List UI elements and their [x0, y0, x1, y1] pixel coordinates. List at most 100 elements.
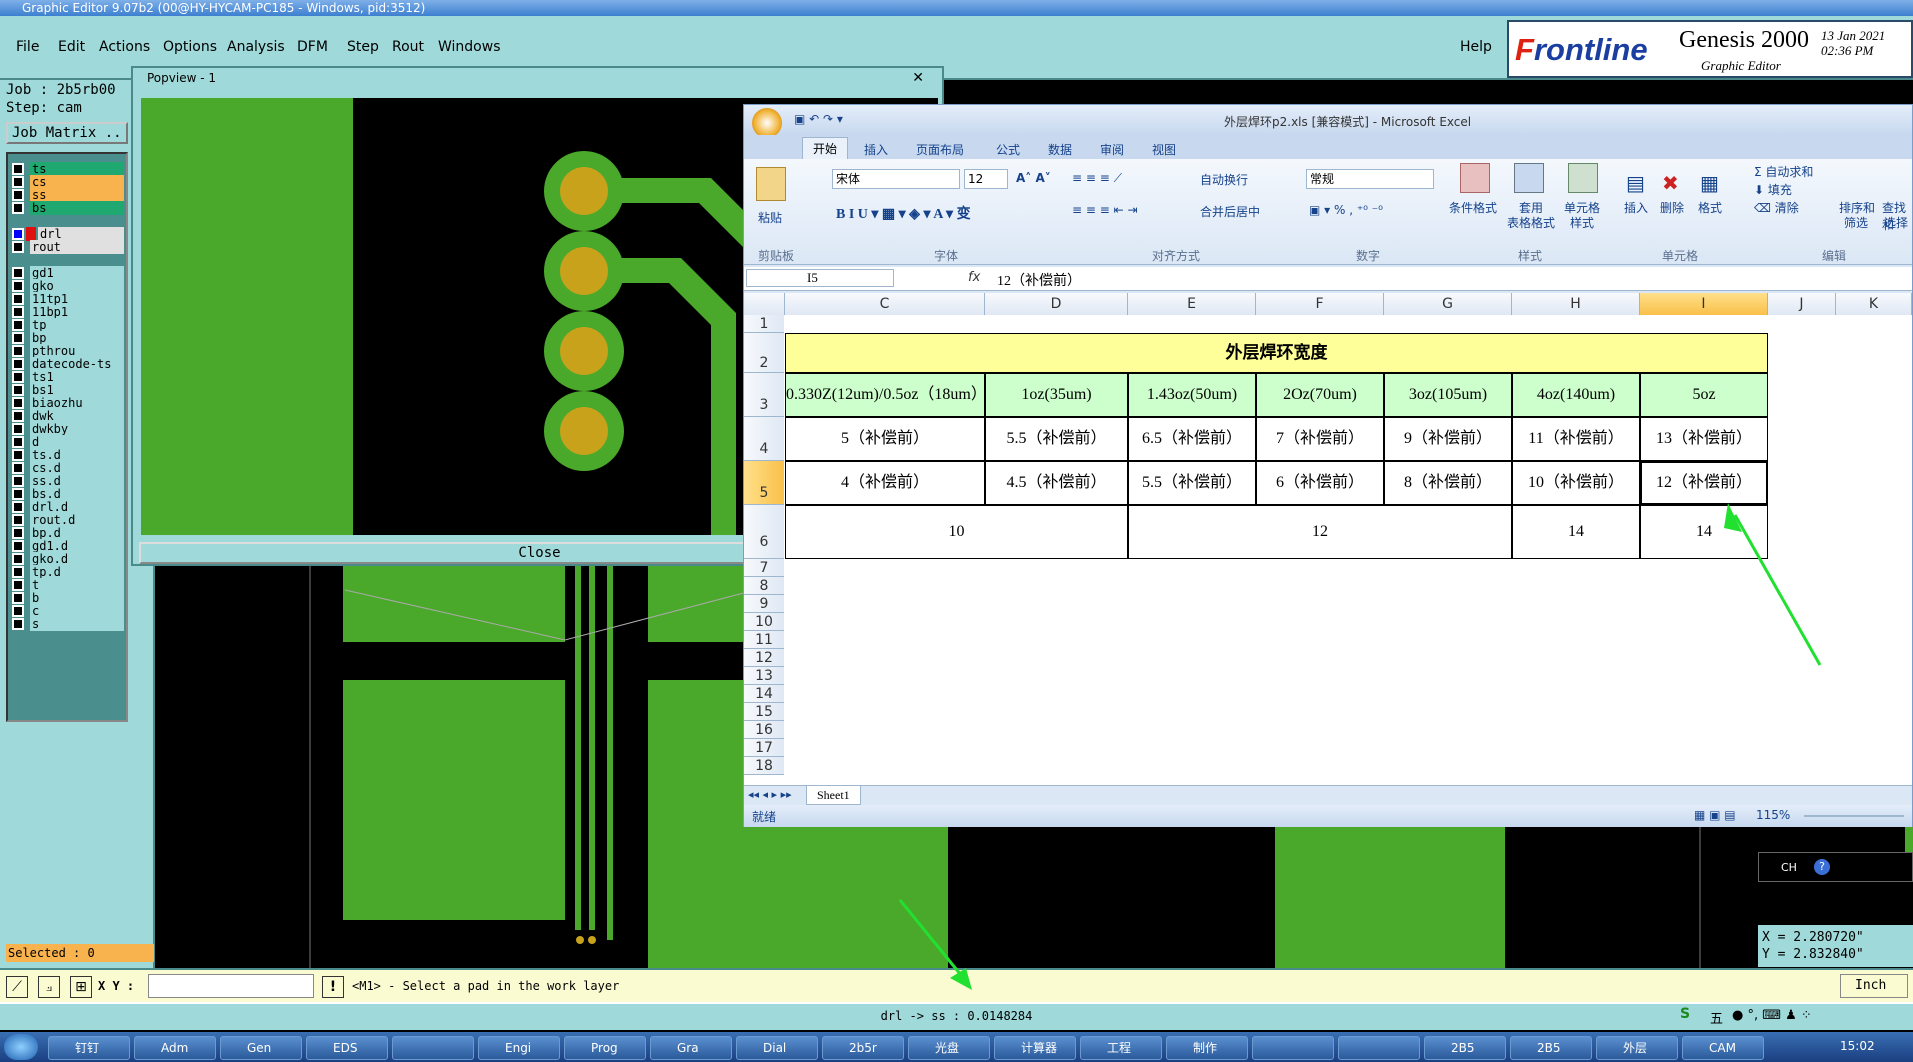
layer-row[interactable]: drl [10, 227, 126, 241]
layer-row[interactable]: tp [10, 318, 126, 332]
taskbar-item[interactable]: 制作 [1166, 1036, 1248, 1060]
layer-name[interactable]: drl [38, 227, 124, 241]
taskbar-item[interactable]: CAM [1682, 1036, 1764, 1060]
popview-close-icon[interactable]: ✕ [912, 68, 924, 88]
office-button[interactable] [752, 108, 782, 138]
layer-checkbox[interactable] [12, 384, 24, 396]
row-header[interactable]: 11 [744, 631, 784, 649]
select-all-corner[interactable] [744, 293, 785, 315]
row-header[interactable]: 1 [744, 315, 784, 333]
layer-name[interactable]: dwkby [30, 422, 124, 436]
tab-data[interactable]: 数据 [1048, 141, 1072, 158]
ime-mode[interactable]: 五 [1710, 1008, 1723, 1027]
worksheet-grid[interactable]: C D E F G H I J K 1 2 3 4 5 6 7 8 9 10 11 12 13 14 15 16 17 18 外层焊环… [744, 293, 1912, 785]
layer-name[interactable]: ss.d [30, 474, 124, 488]
tab-home[interactable]: 开始 [802, 137, 849, 159]
menu-help[interactable]: Help [1460, 39, 1492, 55]
layer-row[interactable]: bp.d [10, 526, 126, 540]
layer-checkbox[interactable] [12, 514, 24, 526]
column-header[interactable]: I [1640, 293, 1768, 315]
tab-page-layout[interactable]: 页面布局 [916, 141, 964, 158]
column-header[interactable]: G [1384, 293, 1512, 315]
help-icon[interactable]: ? [1814, 859, 1830, 875]
layer-name[interactable]: bs1 [30, 383, 124, 397]
row-header[interactable]: 13 [744, 667, 784, 685]
row-header[interactable]: 5 [744, 461, 784, 505]
taskbar-item[interactable]: 2B5 [1510, 1036, 1592, 1060]
merge-center-button[interactable]: 合并后居中 [1200, 203, 1260, 220]
cell-style-label-b[interactable]: 样式 [1570, 214, 1594, 231]
font-size-select[interactable]: 12 [964, 169, 1008, 189]
taskbar-item[interactable]: Gra [650, 1036, 732, 1060]
paste-icon[interactable] [756, 167, 786, 201]
column-header[interactable]: E [1128, 293, 1256, 315]
data-cell[interactable]: 4.5（补偿前） [985, 461, 1128, 505]
layer-checkbox[interactable] [12, 228, 24, 240]
layer-row[interactable]: gko.d [10, 552, 126, 566]
data-cell[interactable]: 11（补偿前） [1512, 417, 1640, 461]
data-cell[interactable]: 6（补偿前） [1256, 461, 1384, 505]
quick-access-save-icon[interactable]: ▣ ↶ ↷ ▾ [794, 112, 843, 126]
layer-row[interactable]: rout.d [10, 513, 126, 527]
layer-name[interactable]: drl.d [30, 500, 124, 514]
row-header[interactable]: 6 [744, 505, 784, 559]
layer-checkbox[interactable] [12, 436, 24, 448]
layer-row[interactable]: d [10, 435, 126, 449]
snap-icon[interactable]: ⟋ [6, 976, 28, 998]
taskbar-item[interactable] [392, 1036, 474, 1060]
column-header[interactable]: D [985, 293, 1128, 315]
layer-row[interactable]: ts.d [10, 448, 126, 462]
name-box[interactable]: I5 [746, 269, 894, 287]
layer-row[interactable]: b [10, 591, 126, 605]
layer-row[interactable]: ss [10, 188, 126, 202]
fx-icon[interactable]: fx [968, 270, 980, 285]
menu-actions[interactable]: Actions [99, 39, 150, 55]
layer-row[interactable]: bs.d [10, 487, 126, 501]
number-format-icons[interactable]: ▣ ▾ % , ⁺⁰ ⁻⁰ [1309, 203, 1383, 217]
layer-name[interactable]: gko [30, 279, 124, 293]
taskbar-item[interactable]: 钉钉 [48, 1036, 130, 1060]
row-header[interactable]: 14 [744, 685, 784, 703]
delete-cells-label[interactable]: 删除 [1660, 199, 1684, 216]
layer-name[interactable]: c [30, 604, 124, 618]
layer-row[interactable]: 11bp1 [10, 305, 126, 319]
menu-dfm[interactable]: DFM [297, 39, 328, 55]
layer-checkbox[interactable] [12, 592, 24, 604]
format-cells-icon[interactable]: ▦ [1700, 171, 1719, 195]
layer-checkbox[interactable] [12, 475, 24, 487]
ime-tools-icons[interactable]: ● °, ⌨ ♟ ⁘ [1732, 1008, 1812, 1023]
layer-row[interactable]: pthrou [10, 344, 126, 358]
layer-row[interactable]: cs.d [10, 461, 126, 475]
layer-checkbox[interactable] [12, 358, 24, 370]
insert-cells-icon[interactable]: ▤ [1626, 171, 1645, 195]
layer-checkbox[interactable] [12, 306, 24, 318]
header-cell[interactable]: 1oz(35um) [985, 373, 1128, 417]
row-header[interactable]: 12 [744, 649, 784, 667]
layer-name[interactable]: dwk [30, 409, 124, 423]
layer-row[interactable]: rout [10, 240, 126, 254]
data-cell[interactable]: 10 [785, 505, 1128, 559]
layer-row[interactable]: drl.d [10, 500, 126, 514]
font-name-select[interactable]: 宋体 [832, 169, 960, 189]
layer-checkbox[interactable] [12, 566, 24, 578]
taskbar-item[interactable]: EDS [306, 1036, 388, 1060]
measure-icon[interactable]: ⟓ [38, 976, 60, 998]
start-button[interactable] [4, 1034, 38, 1060]
align-top-icons[interactable]: ≡ ≡ ≡ ⟋ [1072, 171, 1122, 186]
sort-filter-label-b[interactable]: 筛选 [1844, 214, 1868, 231]
layer-name[interactable]: ts [30, 162, 124, 176]
menu-rout[interactable]: Rout [392, 39, 424, 55]
layer-checkbox[interactable] [12, 410, 24, 422]
layer-checkbox[interactable] [12, 241, 24, 253]
layer-checkbox[interactable] [12, 449, 24, 461]
conditional-format-icon[interactable] [1460, 163, 1490, 193]
layer-name[interactable]: 11tp1 [30, 292, 124, 306]
layer-row[interactable]: 11tp1 [10, 292, 126, 306]
layer-name[interactable]: datecode-ts [30, 357, 124, 371]
header-cell[interactable]: 5oz [1640, 373, 1768, 417]
layer-name[interactable]: gd1.d [30, 539, 124, 553]
layer-checkbox[interactable] [12, 423, 24, 435]
row-header[interactable]: 7 [744, 559, 784, 577]
sheet-tab-sheet1[interactable]: Sheet1 [806, 786, 861, 805]
data-cell[interactable]: 5（补偿前） [785, 417, 985, 461]
